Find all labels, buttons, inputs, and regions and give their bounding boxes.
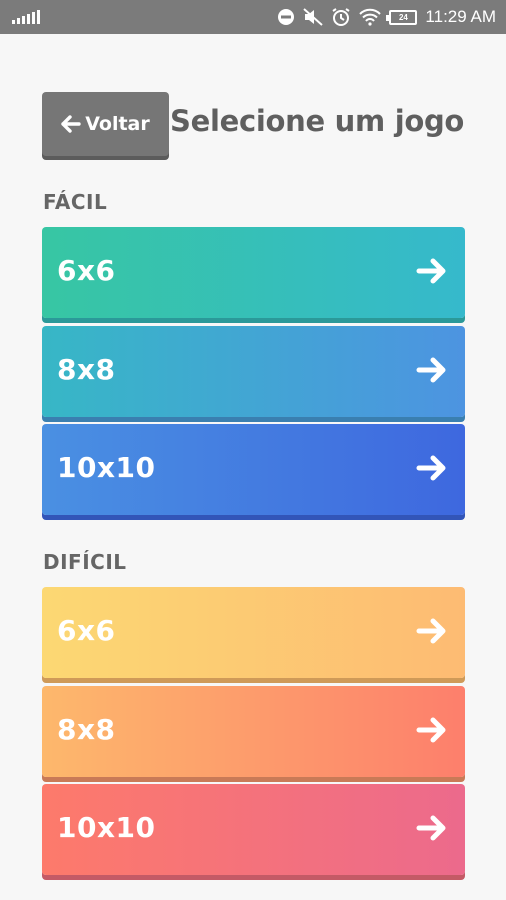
- hard-10x10-button[interactable]: 10x10: [42, 784, 465, 875]
- wifi-icon: [359, 8, 382, 26]
- game-button-label: 10x10: [57, 451, 156, 484]
- back-button-label: Voltar: [85, 113, 150, 135]
- easy-8x8-button[interactable]: 8x8: [42, 326, 465, 417]
- arrow-right-icon: [415, 811, 449, 845]
- arrow-left-icon: [61, 114, 81, 134]
- arrow-right-icon: [415, 614, 449, 648]
- game-button-label: 6x6: [57, 614, 116, 647]
- game-button-label: 8x8: [57, 353, 116, 386]
- game-button-label: 10x10: [57, 811, 156, 844]
- signal-icon: [12, 10, 40, 24]
- clock: 11:29 AM: [425, 7, 496, 26]
- section-label-hard: DIFÍCIL: [43, 550, 127, 574]
- easy-10x10-button[interactable]: 10x10: [42, 424, 465, 515]
- status-bar: 24 11:29 AM: [0, 0, 506, 34]
- hard-6x6-button[interactable]: 6x6: [42, 587, 465, 678]
- game-button-label: 6x6: [57, 254, 116, 287]
- dnd-icon: [277, 8, 295, 26]
- arrow-right-icon: [415, 353, 449, 387]
- arrow-right-icon: [415, 254, 449, 288]
- mute-icon: [303, 8, 324, 26]
- section-label-easy: FÁCIL: [43, 190, 108, 214]
- battery-icon: 24: [386, 9, 418, 25]
- page-title: Selecione um jogo: [170, 104, 465, 138]
- easy-6x6-button[interactable]: 6x6: [42, 227, 465, 318]
- game-button-label: 8x8: [57, 713, 116, 746]
- arrow-right-icon: [415, 713, 449, 747]
- hard-8x8-button[interactable]: 8x8: [42, 686, 465, 777]
- alarm-icon: [331, 7, 351, 27]
- back-button[interactable]: Voltar: [42, 92, 169, 156]
- arrow-right-icon: [415, 451, 449, 485]
- battery-level: 24: [398, 12, 408, 22]
